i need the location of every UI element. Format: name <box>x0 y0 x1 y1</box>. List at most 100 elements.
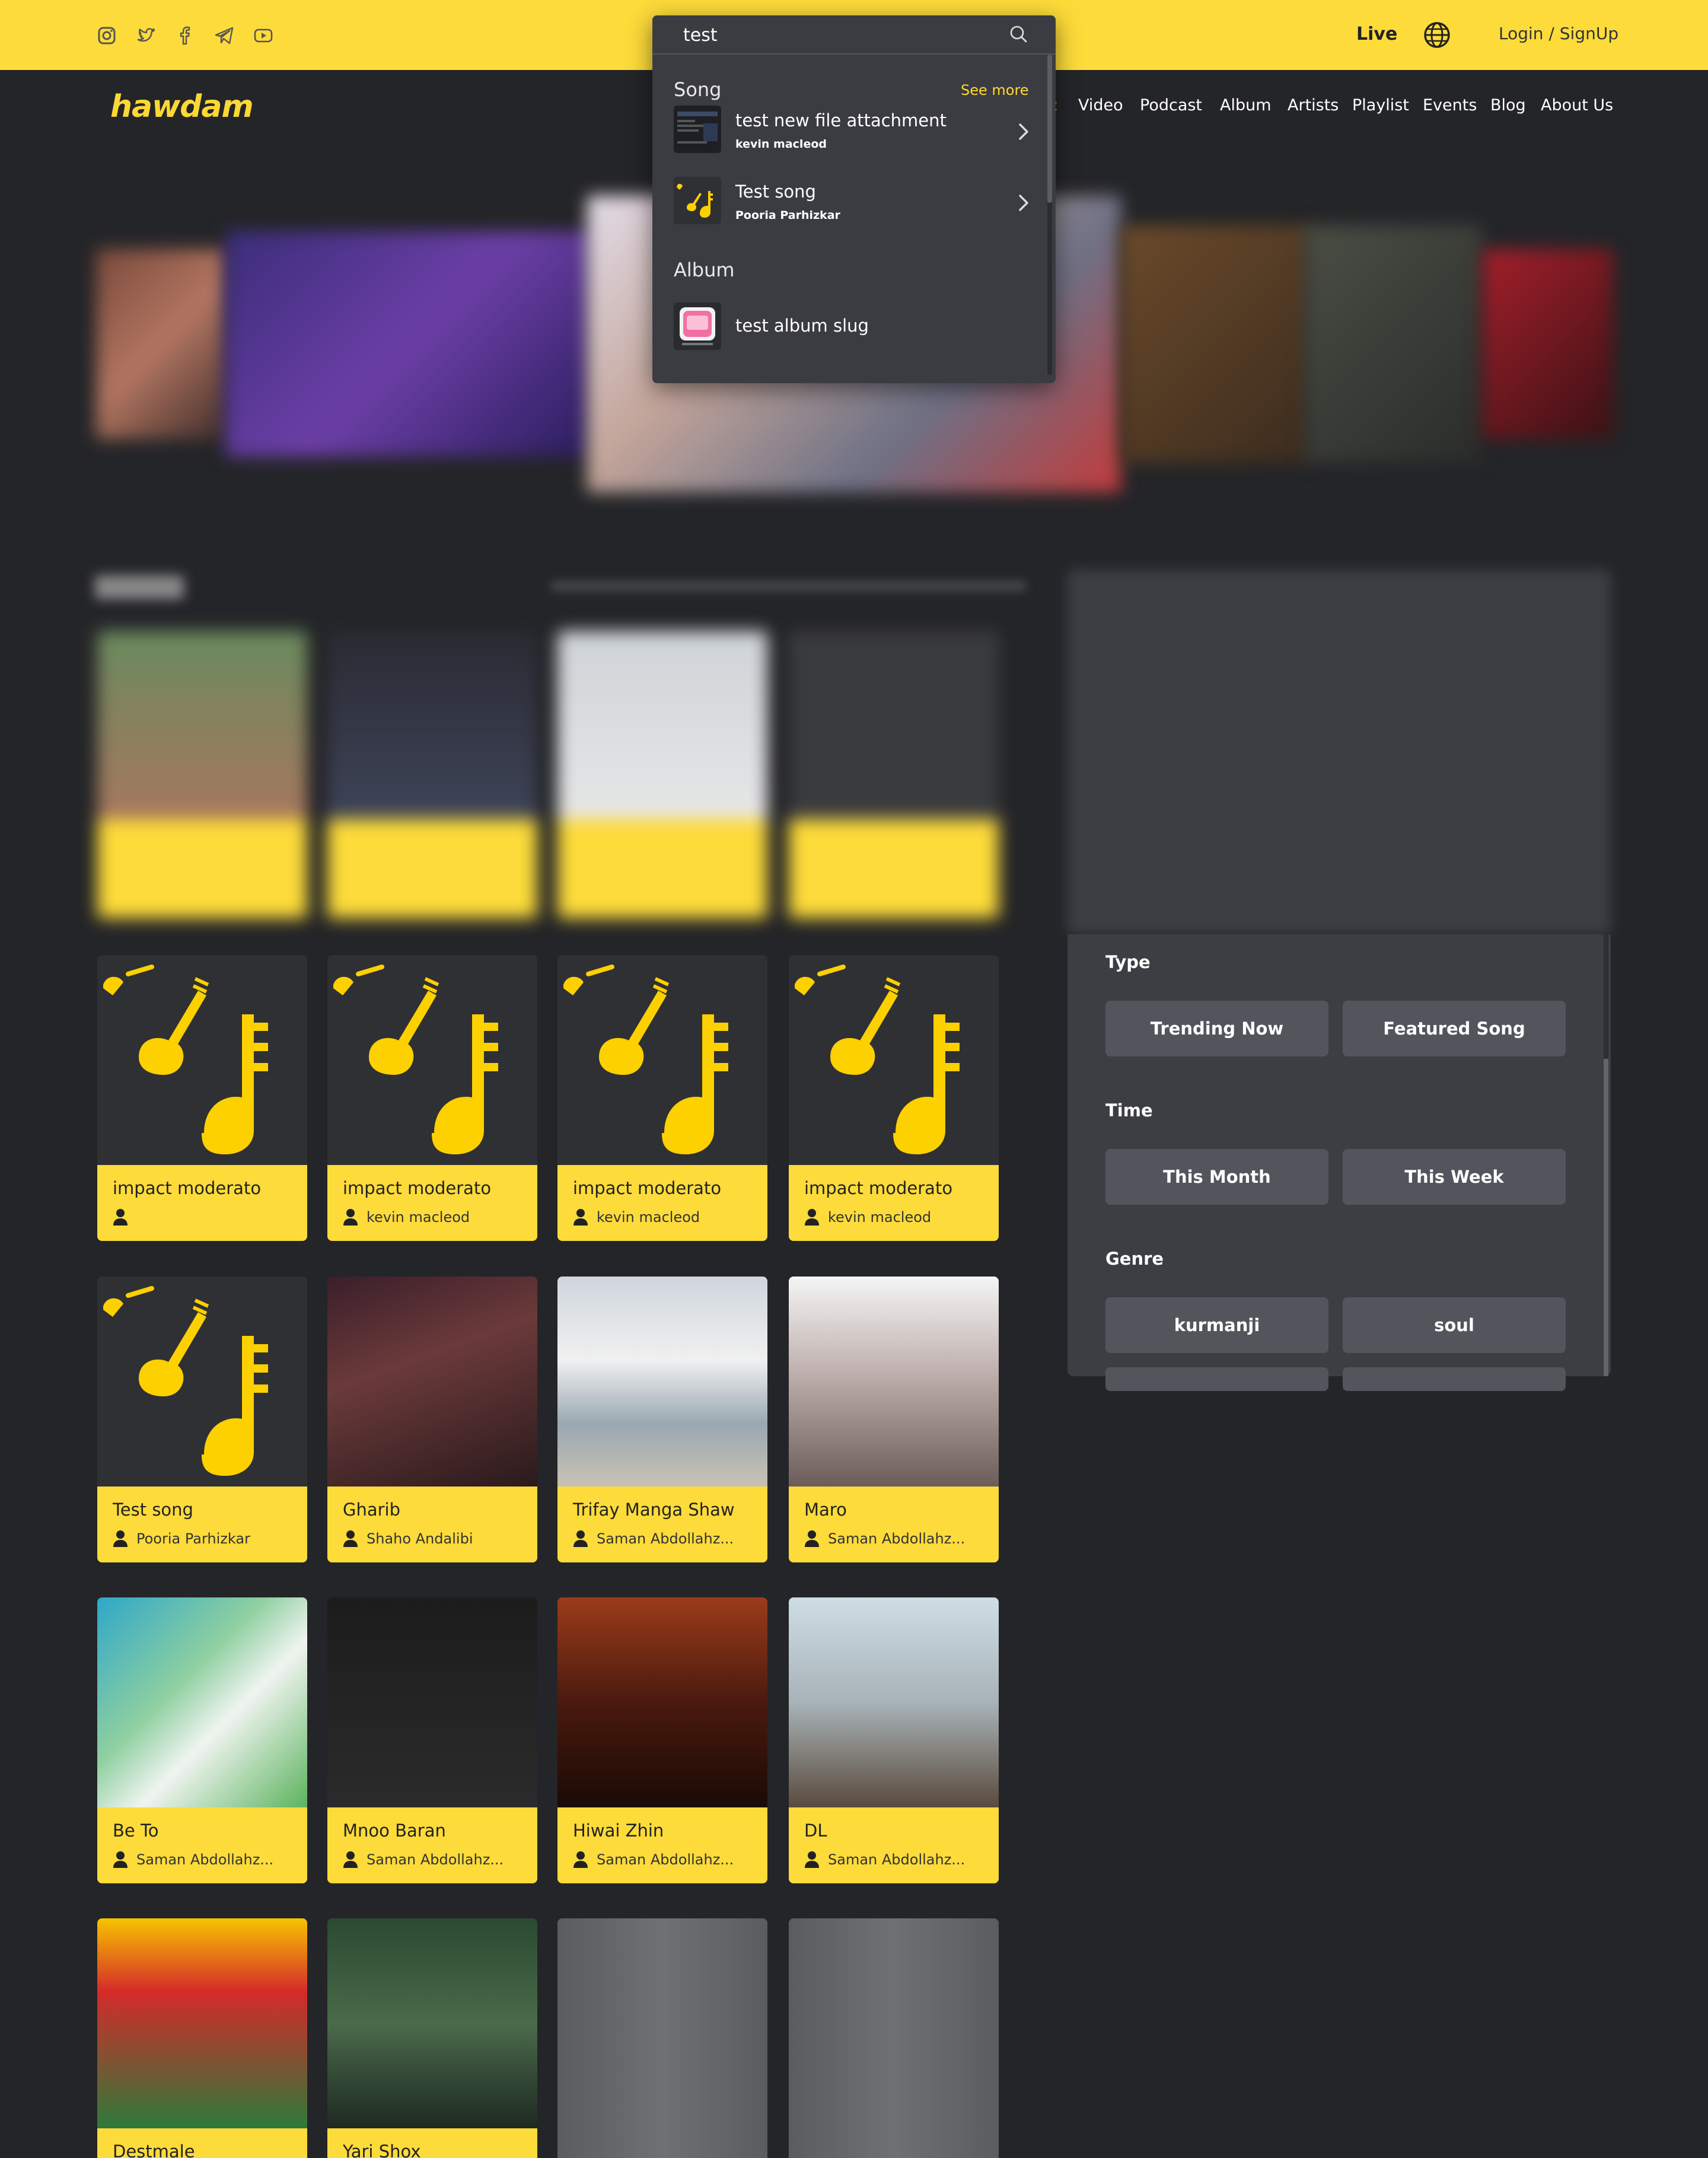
hawdam-logo-icon <box>789 955 999 1165</box>
telegram-icon[interactable] <box>214 25 235 46</box>
filter-scrollbar[interactable] <box>1604 934 1608 1376</box>
live-link[interactable]: Live <box>1356 24 1397 44</box>
nav-item-about-us[interactable]: About Us <box>1541 96 1613 114</box>
card-info: impact moderato kevin macleod <box>557 1165 767 1241</box>
nav-item-podcast[interactable]: Podcast <box>1140 96 1202 114</box>
filter-panel-blurred <box>1068 569 1611 934</box>
filter-this-week[interactable]: This Week <box>1343 1149 1566 1205</box>
twitter-icon[interactable] <box>135 25 157 46</box>
album-thumbnail <box>674 303 721 350</box>
card-title: impact moderato <box>804 1178 953 1198</box>
see-more-link[interactable]: See more <box>961 82 1029 98</box>
card-artist[interactable]: Saman Abdollahz... <box>367 1851 527 1868</box>
person-icon <box>804 1850 820 1868</box>
card-info: Maro Saman Abdollahz... <box>789 1487 999 1562</box>
song-card[interactable]: Maro Saman Abdollahz... <box>789 1277 999 1562</box>
search-input[interactable] <box>683 21 1003 49</box>
nav-item-video[interactable]: Video <box>1078 96 1123 114</box>
card-artist[interactable]: kevin macleod <box>597 1209 757 1226</box>
card-artist[interactable]: Saman Abdollahz... <box>136 1851 297 1868</box>
card-info: Trifay Manga Shaw Saman Abdollahz... <box>557 1487 767 1562</box>
song-cover <box>557 1597 767 1807</box>
card-artist[interactable]: kevin macleod <box>828 1209 988 1226</box>
card-info: Yari Shox <box>327 2128 537 2158</box>
person-icon <box>573 1529 588 1547</box>
card-info: Destmale <box>97 2128 307 2158</box>
search-result-song[interactable]: Test song Pooria Parhizkar <box>674 177 1030 230</box>
song-title: test new file attachment <box>735 110 947 131</box>
search-icon[interactable] <box>1008 24 1030 45</box>
globe-icon[interactable] <box>1422 20 1452 50</box>
song-card[interactable]: DL Saman Abdollahz... <box>789 1597 999 1883</box>
hawdam-logo-icon <box>97 955 307 1165</box>
filter-trending-now[interactable]: Trending Now <box>1105 1001 1328 1056</box>
card-info: impact moderato <box>97 1165 307 1241</box>
instagram-icon[interactable] <box>96 25 117 46</box>
nav-item-events[interactable]: Events <box>1423 96 1477 114</box>
filter-time-label: Time <box>1105 1100 1153 1121</box>
card-artist[interactable]: Saman Abdollahz... <box>828 1530 988 1547</box>
filter-genre-more[interactable] <box>1105 1367 1328 1391</box>
song-card[interactable]: Yari Shox <box>327 1918 537 2158</box>
card-artist[interactable]: Pooria Parhizkar <box>136 1530 297 1547</box>
person-icon <box>573 1208 588 1226</box>
song-card[interactable]: Destmale <box>97 1918 307 2158</box>
person-icon <box>113 1208 128 1226</box>
song-cover <box>327 1597 537 1807</box>
card-info: impact moderato kevin macleod <box>327 1165 537 1241</box>
person-icon <box>804 1529 820 1547</box>
card-artist[interactable]: Saman Abdollahz... <box>597 1530 757 1547</box>
youtube-icon[interactable] <box>253 25 274 46</box>
person-icon <box>343 1850 358 1868</box>
person-icon <box>343 1529 358 1547</box>
nav-item-artists[interactable]: Artists <box>1288 96 1339 114</box>
song-artist: Pooria Parhizkar <box>735 209 840 222</box>
song-card[interactable]: Mnoo Baran Saman Abdollahz... <box>327 1597 537 1883</box>
song-card[interactable]: Hiwai Zhin Saman Abdollahz... <box>557 1597 767 1883</box>
song-thumbnail <box>674 177 721 224</box>
filter-featured-song[interactable]: Featured Song <box>1343 1001 1566 1056</box>
search-song-section-title: Song <box>674 78 722 101</box>
loading-card-placeholder <box>789 1918 999 2158</box>
card-title: Test song <box>113 1500 193 1520</box>
nav-item-playlist[interactable]: Playlist <box>1352 96 1409 114</box>
song-card[interactable]: Be To Saman Abdollahz... <box>97 1597 307 1883</box>
card-title: Destmale <box>113 2141 195 2158</box>
chevron-right-icon <box>1014 120 1032 144</box>
song-card[interactable]: impact moderato kevin macleod <box>789 955 999 1241</box>
filter-genre-soul[interactable]: soul <box>1343 1297 1566 1353</box>
card-title: Hiwai Zhin <box>573 1820 664 1841</box>
person-icon <box>113 1529 128 1547</box>
filter-genre-kurmanji[interactable]: kurmanji <box>1105 1297 1328 1353</box>
card-info: Test song Pooria Parhizkar <box>97 1487 307 1562</box>
facebook-icon[interactable] <box>174 25 196 46</box>
card-title: Yari Shox <box>343 2141 421 2158</box>
search-dropdown: Song See more test new file attachment k… <box>652 15 1056 383</box>
song-cover <box>789 1597 999 1807</box>
song-card[interactable]: impact moderato kevin macleod <box>327 955 537 1241</box>
card-info: impact moderato kevin macleod <box>789 1165 999 1241</box>
nav-item-blog[interactable]: Blog <box>1490 96 1526 114</box>
song-card[interactable]: Test song Pooria Parhizkar <box>97 1277 307 1562</box>
person-icon <box>573 1850 588 1868</box>
login-signup-link[interactable]: Login / SignUp <box>1499 24 1618 43</box>
nav-item-album[interactable]: Album <box>1220 96 1272 114</box>
search-album-section-title: Album <box>674 259 735 281</box>
search-result-song[interactable]: test new file attachment kevin macleod <box>674 106 1030 159</box>
song-artist: kevin macleod <box>735 138 827 151</box>
card-title: Gharib <box>343 1500 401 1520</box>
song-card[interactable]: Gharib Shaho Andalibi <box>327 1277 537 1562</box>
card-artist[interactable]: Shaho Andalibi <box>367 1530 527 1547</box>
search-result-album[interactable]: test album slug <box>674 303 1030 356</box>
song-card[interactable]: impact moderato <box>97 955 307 1241</box>
card-artist[interactable]: Saman Abdollahz... <box>597 1851 757 1868</box>
filter-this-month[interactable]: This Month <box>1105 1149 1328 1205</box>
song-card[interactable]: Trifay Manga Shaw Saman Abdollahz... <box>557 1277 767 1562</box>
card-artist[interactable]: Saman Abdollahz... <box>828 1851 988 1868</box>
search-scrollbar[interactable] <box>1047 55 1052 375</box>
card-title: Be To <box>113 1820 159 1841</box>
hawdam-logo[interactable]: hawdam <box>110 89 254 125</box>
card-artist[interactable]: kevin macleod <box>367 1209 527 1226</box>
song-card[interactable]: impact moderato kevin macleod <box>557 955 767 1241</box>
filter-genre-more-2[interactable] <box>1343 1367 1566 1391</box>
